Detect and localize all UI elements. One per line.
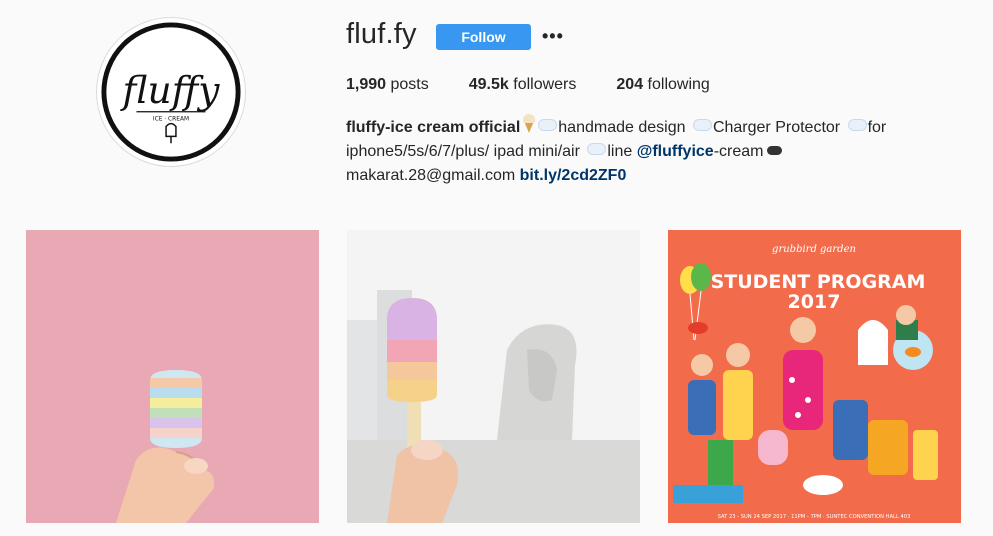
post-image-popsicle-merlion (347, 230, 640, 523)
profile-bio: fluffy-ice cream official handmade design… (346, 114, 946, 188)
bio-email: makarat.28@gmail.com (346, 167, 516, 184)
following-stat[interactable]: 204 following (616, 76, 709, 94)
dark-cloud-icon (767, 146, 783, 155)
fluffy-logo-icon: fluffy ICE · CREAM (101, 22, 241, 162)
post-image-rainbow-popsicle (26, 230, 319, 523)
poster-title-line2: 2017 (788, 291, 841, 313)
poster-footer: SAT 23 - SUN 24 SEP 2017 · 11PM - 7PM · … (718, 514, 911, 520)
following-label: following (647, 76, 710, 93)
posts-label: posts (390, 76, 429, 93)
followers-count: 49.5k (468, 76, 509, 93)
poster-title-line1: STUDENT PROGRAM (711, 271, 926, 293)
ice-cream-cone-icon (523, 114, 536, 133)
posts-stat: 1,990 posts (346, 76, 429, 94)
profile-full-name: fluffy-ice cream official (346, 119, 521, 136)
following-count: 204 (616, 76, 644, 93)
cloud-icon (538, 119, 558, 131)
bio-text-1: handmade design (558, 119, 686, 136)
post-thumbnail-1[interactable] (26, 230, 319, 523)
logo-subtext: ICE · CREAM (153, 117, 189, 123)
cloud-icon (587, 143, 607, 155)
followers-label: followers (513, 76, 577, 93)
followers-stat[interactable]: 49.5k followers (469, 76, 577, 94)
bio-website-link[interactable]: bit.ly/2cd2ZF0 (520, 167, 627, 184)
cloud-icon (692, 119, 712, 131)
mention-suffix: -cream (713, 143, 764, 160)
posts-count: 1,990 (346, 76, 387, 93)
profile-username: fluf.fy (346, 18, 417, 50)
profile-avatar[interactable]: fluffy ICE · CREAM (96, 17, 246, 167)
more-options-icon[interactable]: ••• (542, 26, 564, 47)
cloud-icon (847, 119, 867, 131)
bio-text-2: Charger Protector (712, 119, 841, 136)
mention-link[interactable]: @fluffyice (637, 143, 714, 160)
bio-text-4: line (607, 143, 633, 160)
follow-button[interactable]: Follow (436, 24, 531, 50)
poster-brand: grubbird garden (772, 244, 856, 255)
post-image-student-program-poster: grubbird garden STUDENT PROGRAM 2017 SAT… (668, 230, 961, 523)
profile-stats: 1,990 posts 49.5k followers 204 followin… (346, 76, 750, 94)
post-thumbnail-2[interactable] (347, 230, 640, 523)
logo-text: fluffy (120, 68, 221, 112)
post-thumbnail-3[interactable]: grubbird garden STUDENT PROGRAM 2017 SAT… (668, 230, 961, 523)
